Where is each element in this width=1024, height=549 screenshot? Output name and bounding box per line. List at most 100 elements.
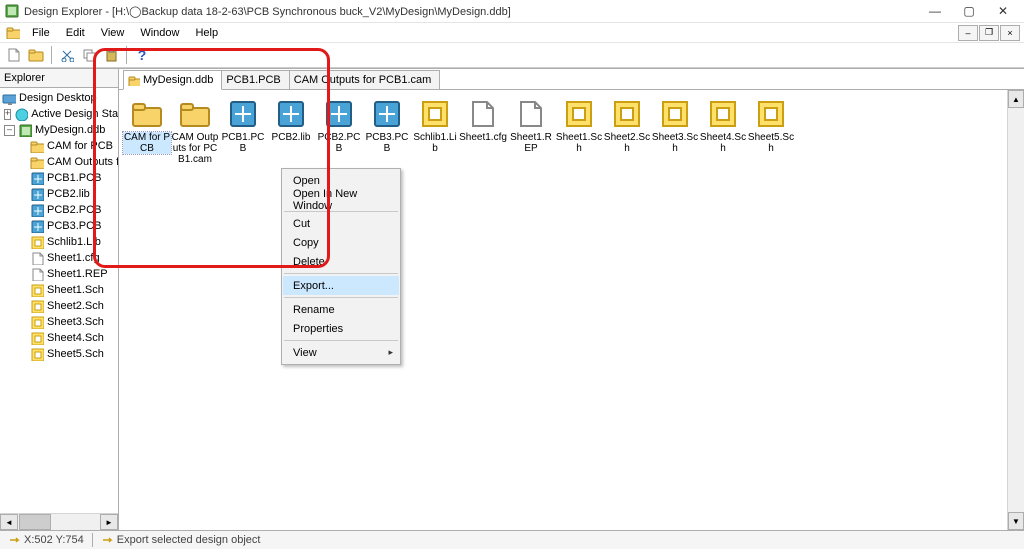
file-item[interactable]: PCB1.PCB [219, 98, 267, 165]
tree-item[interactable]: Sheet1.cfg [0, 250, 118, 266]
tree-item[interactable]: PCB1.PCB [0, 170, 118, 186]
mdi-restore-button[interactable]: ❐ [979, 25, 999, 41]
tree-label: CAM for PCB [47, 140, 113, 152]
file-icon [515, 98, 547, 130]
context-menu: Open Open In New Window Cut Copy Delete … [281, 168, 401, 365]
title-bar: Design Explorer - [H:\◯Backup data 18-2-… [0, 0, 1024, 23]
collapse-icon[interactable]: – [4, 125, 15, 136]
toolbar-cut-button[interactable] [57, 45, 77, 65]
document-icon [6, 25, 20, 39]
tab-cam[interactable]: CAM Outputs for PCB1.cam [289, 70, 441, 89]
file-item[interactable]: PCB2.PCB [315, 98, 363, 165]
file-item[interactable]: Sheet4.Sch [699, 98, 747, 165]
mdi-minimize-button[interactable]: – [958, 25, 978, 41]
content-view[interactable]: CAM for PCBCAM Outputs for PCB1.camPCB1.… [119, 90, 1024, 530]
file-item[interactable]: Sheet1.Sch [555, 98, 603, 165]
file-item[interactable]: Sheet3.Sch [651, 98, 699, 165]
tree-root[interactable]: Design Desktop [0, 90, 118, 106]
tree-label: Sheet3.Sch [47, 316, 104, 328]
toolbar-help-button[interactable]: ? [132, 45, 152, 65]
file-icon [30, 155, 44, 169]
explorer-tree[interactable]: Design Desktop + Active Design Stations … [0, 88, 118, 513]
ctx-delete[interactable]: Delete [283, 252, 399, 271]
tree-ddb[interactable]: – MyDesign.ddb [0, 122, 118, 138]
scroll-up-button[interactable]: ▲ [1008, 90, 1024, 108]
file-label: Sheet5.Sch [747, 132, 795, 154]
tree-label: PCB3.PCB [47, 220, 101, 232]
tree-item[interactable]: PCB2.lib [0, 186, 118, 202]
tree-item[interactable]: Sheet4.Sch [0, 330, 118, 346]
tree-item[interactable]: CAM Outputs for PC [0, 154, 118, 170]
ctx-copy[interactable]: Copy [283, 233, 399, 252]
ctx-view[interactable]: View ▸ [283, 343, 399, 362]
explorer-hscroll[interactable]: ◄ ► [0, 513, 118, 530]
scroll-down-button[interactable]: ▼ [1008, 512, 1024, 530]
scroll-right-button[interactable]: ► [100, 514, 118, 530]
toolbar-paste-button[interactable] [101, 45, 121, 65]
scroll-left-button[interactable]: ◄ [0, 514, 18, 530]
tree-item[interactable]: Sheet2.Sch [0, 298, 118, 314]
toolbar-open-button[interactable] [26, 45, 46, 65]
toolbar-new-button[interactable] [4, 45, 24, 65]
file-icon [30, 267, 44, 281]
file-label: Sheet4.Sch [699, 132, 747, 154]
tree-label: Design Desktop [19, 92, 97, 104]
tree-item[interactable]: Schlib1.Lib [0, 234, 118, 250]
status-coords-cell: X:502 Y:754 [0, 534, 92, 546]
menu-window[interactable]: Window [132, 23, 187, 42]
file-item[interactable]: Sheet1.cfg [459, 98, 507, 165]
tree-stations[interactable]: + Active Design Stations [0, 106, 118, 122]
tree-item[interactable]: PCB3.PCB [0, 218, 118, 234]
tree-item[interactable]: Sheet5.Sch [0, 346, 118, 362]
content-vscroll[interactable]: ▲ ▼ [1007, 90, 1024, 530]
tree-item[interactable]: PCB2.PCB [0, 202, 118, 218]
file-icon [30, 139, 44, 153]
file-icon [30, 331, 44, 345]
file-item[interactable]: PCB2.lib [267, 98, 315, 165]
file-icon [30, 347, 44, 361]
file-item[interactable]: Sheet2.Sch [603, 98, 651, 165]
file-item[interactable]: Sheet5.Sch [747, 98, 795, 165]
tree-label: MyDesign.ddb [35, 124, 105, 136]
ctx-properties[interactable]: Properties [283, 319, 399, 338]
menu-help[interactable]: Help [187, 23, 226, 42]
minimize-button[interactable]: — [918, 1, 952, 21]
tree-item[interactable]: Sheet1.REP [0, 266, 118, 282]
menu-view[interactable]: View [93, 23, 133, 42]
ctx-export[interactable]: Export... [283, 276, 399, 295]
file-item[interactable]: Sheet1.REP [507, 98, 555, 165]
mdi-close-button[interactable]: × [1000, 25, 1020, 41]
ctx-separator [284, 273, 398, 274]
file-icon [30, 171, 44, 185]
tab-pcb1[interactable]: PCB1.PCB [221, 70, 289, 89]
menu-file[interactable]: File [24, 23, 58, 42]
file-item[interactable]: CAM for PCB [123, 98, 171, 165]
file-label: PCB2.PCB [315, 132, 363, 154]
file-item[interactable]: CAM Outputs for PCB1.cam [171, 98, 219, 165]
tree-label: Sheet4.Sch [47, 332, 104, 344]
file-icon [755, 98, 787, 130]
expand-icon[interactable]: + [4, 109, 11, 120]
ctx-separator [284, 297, 398, 298]
tree-item[interactable]: Sheet1.Sch [0, 282, 118, 298]
toolbar-separator [51, 46, 52, 64]
close-button[interactable]: ✕ [986, 1, 1020, 21]
tree-item[interactable]: Sheet3.Sch [0, 314, 118, 330]
status-bar: X:502 Y:754 Export selected design objec… [0, 530, 1024, 549]
menu-edit[interactable]: Edit [58, 23, 93, 42]
tab-strip: MyDesign.ddb PCB1.PCB CAM Outputs for PC… [119, 69, 1024, 90]
file-icon [30, 235, 44, 249]
tree-label: Sheet2.Sch [47, 300, 104, 312]
toolbar-copy-button[interactable] [79, 45, 99, 65]
ctx-rename[interactable]: Rename [283, 300, 399, 319]
file-item[interactable]: Schlib1.Lib [411, 98, 459, 165]
scroll-thumb[interactable] [19, 514, 51, 530]
ctx-open-new[interactable]: Open In New Window [283, 190, 399, 209]
file-icon [179, 98, 211, 130]
folder-icon [128, 74, 140, 86]
maximize-button[interactable]: ▢ [952, 1, 986, 21]
ctx-cut[interactable]: Cut [283, 214, 399, 233]
tab-mydesign[interactable]: MyDesign.ddb [123, 70, 222, 90]
tree-item[interactable]: CAM for PCB [0, 138, 118, 154]
file-item[interactable]: PCB3.PCB [363, 98, 411, 165]
